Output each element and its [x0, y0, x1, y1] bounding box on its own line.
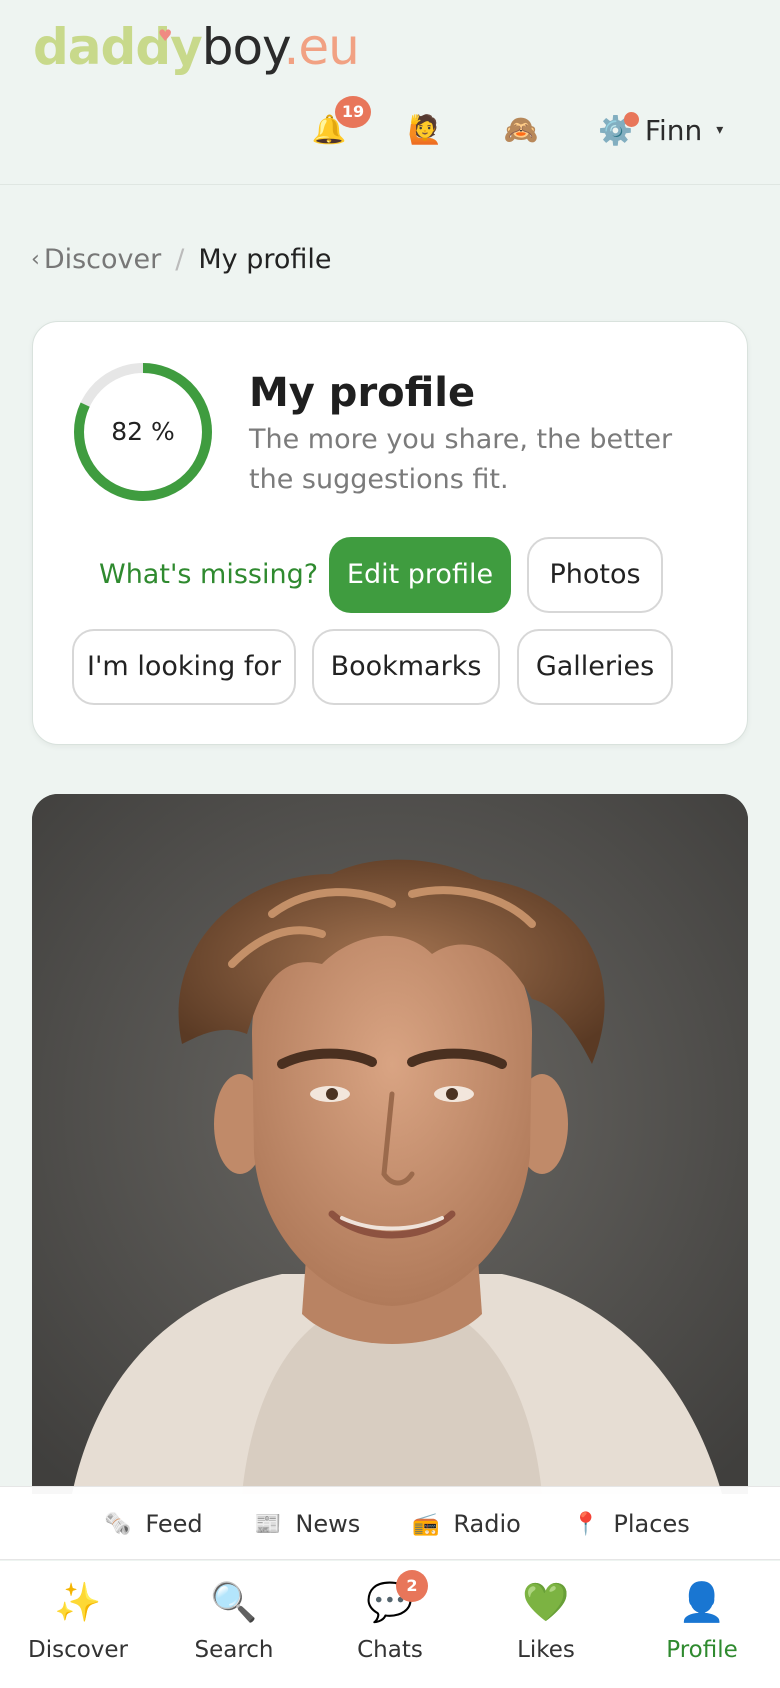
- subnav-feed[interactable]: 🗞️ Feed: [104, 1487, 203, 1561]
- logo-heart-icon: ♥: [158, 26, 172, 45]
- bookmarks-button[interactable]: Bookmarks: [312, 629, 500, 705]
- magnifier-icon: 🔍: [210, 1580, 258, 1624]
- visitors-button[interactable]: 🙋: [405, 110, 445, 150]
- newspaper-icon: 📰: [254, 1511, 282, 1537]
- person-silhouette-icon: 👤: [678, 1580, 726, 1624]
- tab-likes[interactable]: 💚 Likes: [468, 1561, 624, 1688]
- person-raising-hand-icon: 🙋: [407, 113, 443, 146]
- breadcrumb-separator: /: [175, 244, 185, 275]
- gear-icon: ⚙️: [598, 111, 639, 147]
- tab-chats[interactable]: 💬 2 Chats: [312, 1561, 468, 1688]
- bottom-tab-bar: ✨ Discover 🔍 Search 💬 2 Chats 💚 Likes 👤 …: [0, 1561, 780, 1688]
- completion-ring: 82 %: [73, 362, 213, 502]
- speech-bubble-icon: 💬: [366, 1580, 414, 1624]
- galleries-button[interactable]: Galleries: [517, 629, 673, 705]
- completion-percent-label: 82 %: [111, 417, 175, 446]
- settings-alert-dot: [623, 111, 639, 127]
- tab-search[interactable]: 🔍 Search: [156, 1561, 312, 1688]
- notification-count-badge: 19: [335, 96, 371, 128]
- app-header: daddyboy.eu ♥ 🔔 19 🙋 🙈 ⚙️ Finn ▾: [0, 0, 780, 185]
- chevron-left-icon[interactable]: ‹: [31, 247, 40, 272]
- tab-discover[interactable]: ✨ Discover: [0, 1561, 156, 1688]
- notifications-button[interactable]: 🔔 19: [309, 96, 371, 150]
- whats-missing-link[interactable]: What's missing?: [99, 537, 318, 613]
- site-logo[interactable]: daddyboy.eu ♥: [33, 18, 360, 76]
- profile-completion-card: 82 % My profile The more you share, the …: [32, 321, 748, 745]
- card-subtitle: The more you share, the better the sugge…: [249, 424, 673, 495]
- subnav-news[interactable]: 📰 News: [254, 1487, 360, 1561]
- edit-profile-button[interactable]: Edit profile: [329, 537, 511, 613]
- newspaper-roll-icon: 🗞️: [104, 1511, 132, 1537]
- breadcrumb: ‹ Discover / My profile: [31, 244, 332, 275]
- sparkles-icon: ✨: [54, 1580, 102, 1624]
- see-no-evil-monkey-icon: 🙈: [503, 113, 539, 146]
- photos-button[interactable]: Photos: [527, 537, 663, 613]
- subnav-places[interactable]: 📍 Places: [572, 1487, 690, 1561]
- user-menu-button[interactable]: ⚙️ Finn ▾: [598, 108, 723, 152]
- secondary-nav: 🗞️ Feed 📰 News 📻 Radio 📍 Places: [0, 1486, 780, 1560]
- pin-icon: 📍: [572, 1511, 600, 1537]
- radio-icon: 📻: [412, 1511, 440, 1537]
- breadcrumb-discover-link[interactable]: Discover: [44, 244, 161, 275]
- privacy-button[interactable]: 🙈: [501, 110, 541, 150]
- card-title: My profile: [249, 370, 476, 416]
- looking-for-button[interactable]: I'm looking for: [72, 629, 296, 705]
- chevron-down-icon: ▾: [716, 122, 724, 138]
- user-name: Finn: [644, 113, 703, 147]
- breadcrumb-current: My profile: [198, 244, 332, 275]
- profile-photo-image: [32, 794, 748, 1494]
- subnav-radio[interactable]: 📻 Radio: [412, 1487, 521, 1561]
- green-heart-icon: 💚: [522, 1580, 570, 1624]
- profile-photo[interactable]: [32, 794, 748, 1494]
- tab-profile[interactable]: 👤 Profile: [624, 1561, 780, 1688]
- chats-unread-badge: 2: [396, 1570, 428, 1602]
